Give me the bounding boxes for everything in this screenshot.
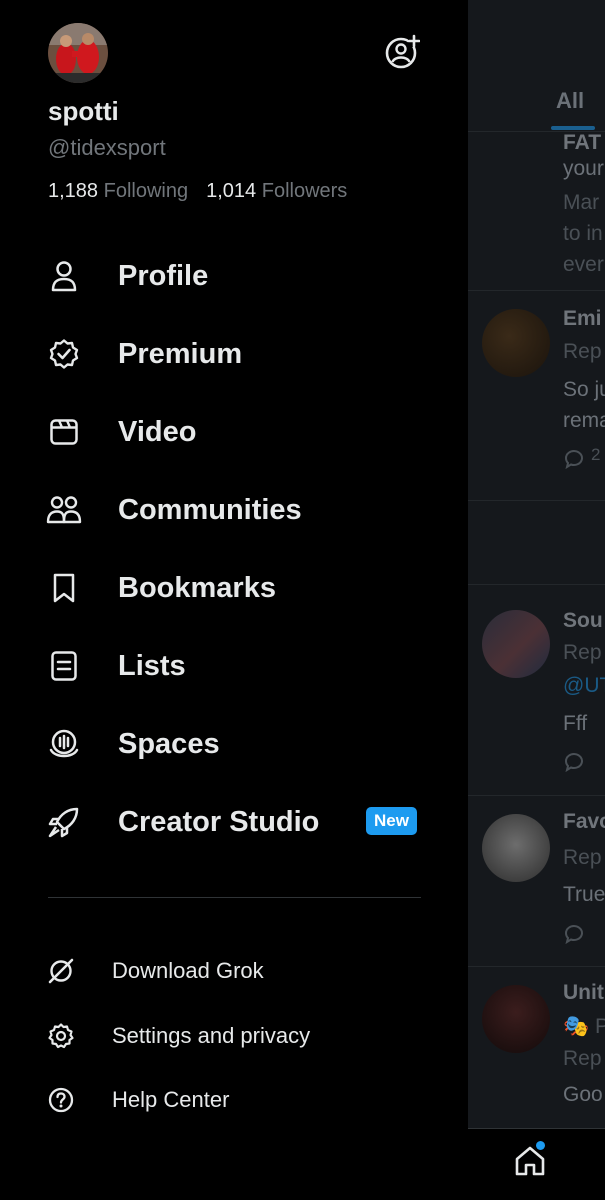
followers-link[interactable]: 1,014 Followers — [206, 180, 347, 202]
post-meta: Rep — [563, 846, 602, 869]
nav-label: Creator Studio — [118, 805, 320, 838]
divider — [48, 897, 421, 898]
home-feed-background: All FAT your Mar to in ever Emi Rep So j… — [468, 0, 605, 1200]
post-text: So ju — [563, 378, 605, 401]
post-text: FAT — [563, 131, 602, 154]
following-link[interactable]: 1,188 Following — [48, 180, 188, 202]
nav-label: Communities — [118, 493, 302, 526]
side-drawer: spotti @tidexsport 1,188 Following 1,014 … — [0, 0, 468, 1200]
nav-label: Video — [118, 415, 197, 448]
menu-item-download-grok[interactable]: Download Grok — [30, 946, 440, 996]
display-name[interactable]: spotti — [48, 96, 119, 127]
rocket-icon — [46, 804, 82, 840]
nav-item-lists[interactable]: Lists — [30, 634, 440, 698]
communities-icon — [46, 492, 82, 528]
gear-icon — [46, 1021, 76, 1051]
post-text: Fff — [563, 712, 588, 735]
list-icon — [46, 648, 82, 684]
add-account-icon[interactable] — [384, 34, 420, 70]
feed-post[interactable]: Emi Rep So ju rema 2 — [468, 291, 605, 501]
post-author: Emi — [563, 307, 602, 330]
avatar[interactable] — [48, 23, 108, 83]
post-text: rema — [563, 409, 605, 432]
tab-indicator — [551, 126, 595, 130]
bottom-nav-bar — [468, 1128, 605, 1200]
post-text: your — [563, 157, 604, 180]
menu-item-settings-privacy[interactable]: Settings and privacy — [30, 1011, 440, 1061]
post-text: Goo — [563, 1083, 603, 1106]
nav-label: Profile — [118, 259, 209, 292]
nav-item-spaces[interactable]: Spaces — [30, 712, 440, 776]
notification-dot — [536, 1141, 545, 1150]
spaces-icon — [46, 726, 82, 762]
post-text: ever — [563, 253, 604, 276]
menu-label: Settings and privacy — [112, 1023, 311, 1048]
new-badge: New — [366, 807, 417, 835]
menu-label: Download Grok — [112, 958, 264, 983]
avatar[interactable] — [482, 985, 550, 1053]
nav-label: Bookmarks — [118, 571, 276, 604]
nav-item-communities[interactable]: Communities — [30, 478, 440, 542]
tab-all[interactable]: All — [556, 88, 584, 114]
followers-count: 1,014 — [206, 180, 257, 202]
post-meta: Rep — [563, 340, 602, 363]
feed-post[interactable]: Favo Rep True — [468, 796, 605, 967]
user-handle: @tidexsport — [48, 135, 166, 160]
nav-item-bookmarks[interactable]: Bookmarks — [30, 556, 440, 620]
post-meta: Rep — [563, 641, 602, 664]
nav-item-video[interactable]: Video — [30, 400, 440, 464]
menu-item-help-center[interactable]: Help Center — [30, 1075, 440, 1125]
post-meta: 🎭 P — [563, 1015, 605, 1038]
followers-label: Followers — [261, 180, 348, 202]
nav-item-profile[interactable]: Profile — [30, 244, 440, 308]
post-author: Sou — [563, 609, 603, 632]
reply-icon[interactable] — [562, 751, 588, 773]
nav-label: Lists — [118, 649, 186, 682]
nav-label: Spaces — [118, 727, 220, 760]
person-icon — [46, 258, 82, 294]
post-meta: Rep — [563, 1047, 602, 1070]
post-author: Unit — [563, 981, 604, 1004]
avatar[interactable] — [482, 309, 550, 377]
feed-post[interactable]: Sou Rep @UT Fff — [468, 585, 605, 796]
feed-header: All — [468, 0, 605, 132]
avatar[interactable] — [482, 610, 550, 678]
video-icon — [46, 414, 82, 450]
post-author: Favo — [563, 810, 605, 833]
feed-spacer — [468, 501, 605, 585]
reply-count: 2 — [591, 445, 601, 464]
following-label: Following — [103, 180, 189, 202]
nav-label: Premium — [118, 337, 243, 370]
feed-post[interactable]: FAT your Mar to in ever — [468, 131, 605, 291]
post-text: Mar — [563, 191, 600, 214]
avatar[interactable] — [482, 814, 550, 882]
reply-icon[interactable] — [562, 448, 588, 470]
post-text: to in — [563, 222, 603, 245]
reply-icon[interactable] — [562, 923, 588, 945]
menu-label: Help Center — [112, 1087, 230, 1112]
following-count: 1,188 — [48, 180, 99, 202]
grok-icon — [46, 956, 76, 986]
profile-photo — [48, 23, 108, 83]
mention-link[interactable]: @UT — [563, 674, 605, 698]
follow-stats: 1,188 Following 1,014 Followers — [48, 180, 347, 203]
nav-item-premium[interactable]: Premium — [30, 322, 440, 386]
nav-item-creator-studio[interactable]: Creator Studio New — [30, 790, 440, 854]
verified-badge-icon — [46, 336, 82, 372]
feed-post[interactable]: Unit 🎭 P Rep Goo — [468, 967, 605, 1128]
post-text: True — [563, 883, 605, 906]
bookmark-icon — [46, 570, 82, 606]
help-icon — [46, 1085, 76, 1115]
